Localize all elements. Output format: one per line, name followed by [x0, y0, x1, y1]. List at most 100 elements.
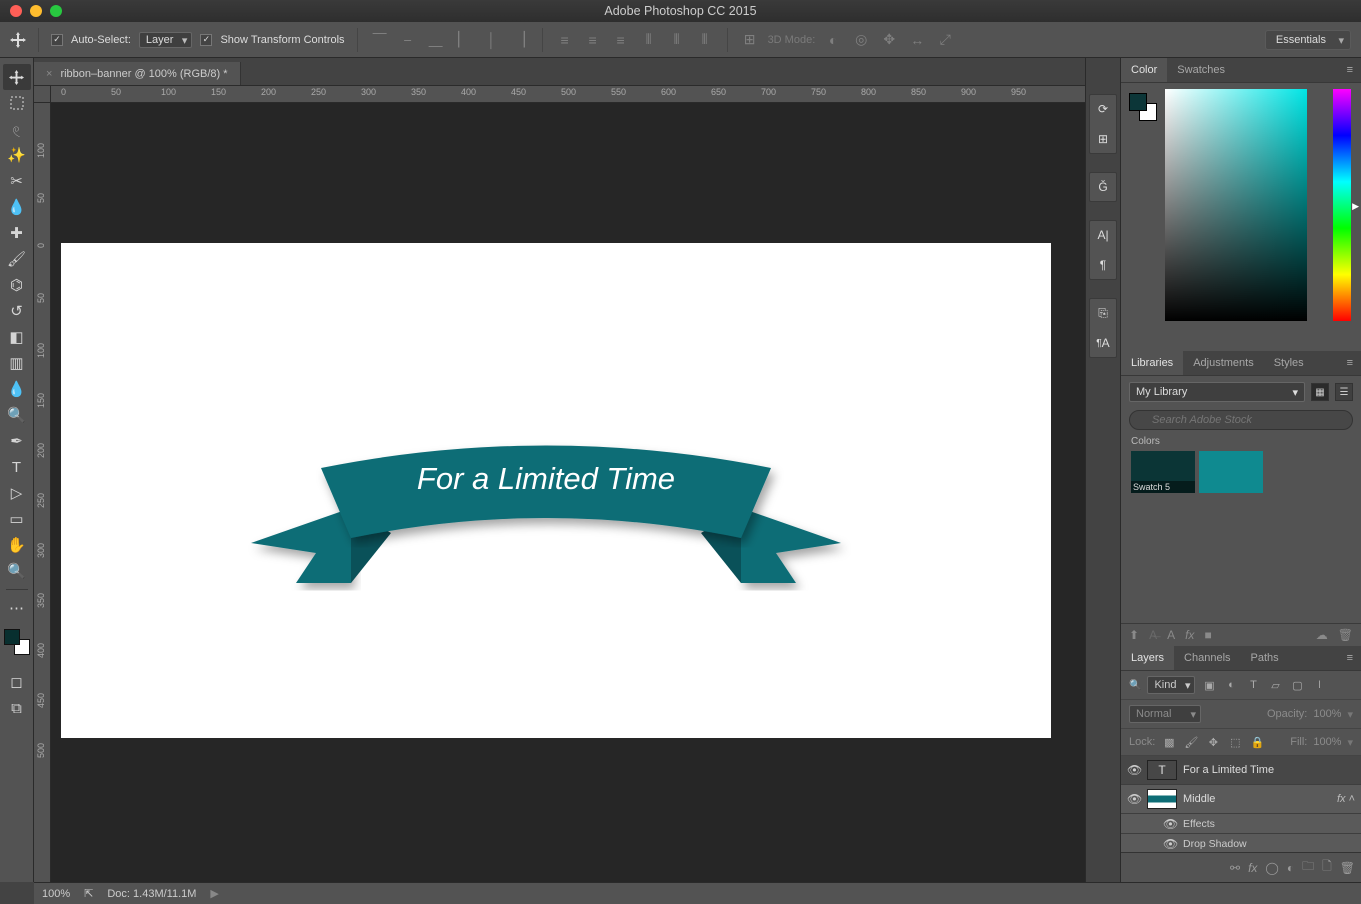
- grid-view-button[interactable]: ▦: [1311, 383, 1329, 401]
- layer-effect-row[interactable]: 👁Effects: [1121, 814, 1361, 834]
- eyedropper-tool[interactable]: 💧: [3, 194, 31, 220]
- tab-color[interactable]: Color: [1121, 58, 1167, 82]
- lock-position-icon[interactable]: ✥: [1205, 734, 1221, 750]
- tab-adjustments[interactable]: Adjustments: [1183, 351, 1264, 375]
- color-swatches[interactable]: [4, 629, 30, 655]
- align-vcenter-icon[interactable]: ⎯: [398, 30, 418, 50]
- visibility-toggle-icon[interactable]: 👁: [1163, 837, 1177, 851]
- rectangle-tool[interactable]: ▭: [3, 506, 31, 532]
- glyphs-panel-icon[interactable]: Ǧ: [1093, 177, 1113, 197]
- filter-shape-icon[interactable]: ▱: [1267, 677, 1283, 693]
- status-flyout-icon[interactable]: ▶: [210, 887, 218, 900]
- align-hcenter-icon[interactable]: │: [482, 30, 502, 50]
- layer-row[interactable]: 👁Middlefx ˄: [1121, 785, 1361, 814]
- lock-pixels-icon[interactable]: 🖌: [1183, 734, 1199, 750]
- screen-mode-toggle[interactable]: ⧉: [3, 695, 31, 721]
- align-bottom-icon[interactable]: ⎽: [426, 30, 446, 50]
- lock-artboard-icon[interactable]: ⬚: [1227, 734, 1243, 750]
- filter-pixel-icon[interactable]: ▣: [1201, 677, 1217, 693]
- library-sync-icon[interactable]: ☁: [1316, 628, 1328, 642]
- filter-type-icon[interactable]: T: [1245, 677, 1261, 693]
- tab-swatches[interactable]: Swatches: [1167, 58, 1235, 82]
- blur-tool[interactable]: 💧: [3, 376, 31, 402]
- distribute-vcenter-icon[interactable]: ≡: [583, 30, 603, 50]
- distribute-bottom-icon[interactable]: ≡: [611, 30, 631, 50]
- dodge-tool[interactable]: 🔍: [3, 402, 31, 428]
- opacity-value[interactable]: 100%: [1313, 708, 1341, 720]
- tab-layers[interactable]: Layers: [1121, 646, 1174, 670]
- add-char-style-icon[interactable]: A̶: [1149, 628, 1157, 642]
- canvas-stage[interactable]: For a Limited Time: [51, 103, 1085, 882]
- paragraph-panel-icon[interactable]: ¶: [1093, 255, 1113, 275]
- move-tool[interactable]: [3, 64, 31, 90]
- layer-thumbnail[interactable]: [1147, 789, 1177, 809]
- list-view-button[interactable]: ☰: [1335, 383, 1353, 401]
- lock-all-icon[interactable]: 🔒: [1249, 734, 1265, 750]
- type-tool[interactable]: T: [3, 454, 31, 480]
- doc-size-info[interactable]: Doc: 1.43M/11.1M: [107, 888, 196, 900]
- paragraph-styles-icon[interactable]: ¶A: [1093, 333, 1113, 353]
- layer-filter-kind[interactable]: Kind: [1147, 676, 1195, 694]
- visibility-toggle-icon[interactable]: 👁: [1127, 763, 1141, 777]
- library-swatch[interactable]: [1199, 451, 1263, 493]
- distribute-hcenter-icon[interactable]: ⦀: [667, 30, 687, 50]
- character-styles-icon[interactable]: ⎘: [1093, 303, 1113, 323]
- layer-group-icon[interactable]: 🗀: [1302, 857, 1314, 878]
- delete-layer-icon[interactable]: 🗑: [1340, 861, 1355, 875]
- clone-stamp-tool[interactable]: ⌬: [3, 272, 31, 298]
- tab-styles[interactable]: Styles: [1264, 351, 1314, 375]
- canvas[interactable]: For a Limited Time: [61, 243, 1051, 738]
- horizontal-ruler[interactable]: 0501001502002503003504004505005506006507…: [51, 86, 1085, 103]
- layer-thumbnail[interactable]: T: [1147, 760, 1177, 780]
- layer-name[interactable]: For a Limited Time: [1183, 764, 1274, 776]
- layer-mask-icon[interactable]: ◯: [1265, 861, 1278, 875]
- show-transform-checkbox[interactable]: ✓: [200, 34, 212, 46]
- filter-adjust-icon[interactable]: ◐: [1223, 677, 1239, 693]
- library-search-input[interactable]: [1129, 410, 1353, 430]
- gradient-tool[interactable]: ▥: [3, 350, 31, 376]
- fg-bg-swatch[interactable]: [1129, 93, 1157, 121]
- lasso-tool[interactable]: 𓏲: [3, 116, 31, 142]
- workspace-switcher[interactable]: Essentials: [1265, 30, 1351, 50]
- path-selection-tool[interactable]: ▷: [3, 480, 31, 506]
- edit-toolbar-button[interactable]: ⋯: [3, 595, 31, 621]
- library-dropdown[interactable]: My Library: [1129, 382, 1305, 402]
- auto-select-target-dropdown[interactable]: Layer: [139, 32, 193, 48]
- ruler-origin[interactable]: [34, 86, 51, 103]
- eraser-tool[interactable]: ◧: [3, 324, 31, 350]
- tab-channels[interactable]: Channels: [1174, 646, 1240, 670]
- distribute-top-icon[interactable]: ≡: [555, 30, 575, 50]
- layer-fx-indicator[interactable]: fx ˄: [1337, 793, 1355, 805]
- color-panel-menu-icon[interactable]: ≡: [1339, 60, 1361, 80]
- adjustment-layer-icon[interactable]: ◐: [1287, 861, 1294, 875]
- layers-panel-menu-icon[interactable]: ≡: [1339, 648, 1361, 668]
- tab-libraries[interactable]: Libraries: [1121, 351, 1183, 375]
- visibility-toggle-icon[interactable]: 👁: [1163, 817, 1177, 831]
- library-swatch[interactable]: Swatch 5: [1131, 451, 1195, 493]
- export-icon[interactable]: ⇱: [84, 887, 93, 900]
- add-graphic-icon[interactable]: ⬆: [1129, 628, 1139, 642]
- distribute-right-icon[interactable]: ⦀: [695, 30, 715, 50]
- libraries-panel-menu-icon[interactable]: ≡: [1339, 353, 1361, 373]
- library-delete-icon[interactable]: 🗑: [1338, 628, 1353, 642]
- align-left-icon[interactable]: ▏: [454, 30, 474, 50]
- visibility-toggle-icon[interactable]: 👁: [1127, 792, 1141, 806]
- hand-tool[interactable]: ✋: [3, 532, 31, 558]
- blend-mode-dropdown[interactable]: Normal: [1129, 705, 1201, 723]
- add-layer-style-icon[interactable]: fx: [1185, 628, 1194, 642]
- crop-tool[interactable]: ✂: [3, 168, 31, 194]
- link-layers-icon[interactable]: ⚯: [1230, 861, 1240, 875]
- new-layer-icon[interactable]: 🗋: [1322, 857, 1332, 878]
- history-brush-tool[interactable]: ↺: [3, 298, 31, 324]
- close-tab-icon[interactable]: ×: [46, 68, 52, 80]
- lock-transparency-icon[interactable]: ▩: [1161, 734, 1177, 750]
- zoom-level[interactable]: 100%: [42, 888, 70, 900]
- layer-fx-icon[interactable]: fx: [1248, 861, 1257, 875]
- color-field[interactable]: [1165, 89, 1307, 321]
- layer-effect-row[interactable]: 👁Drop Shadow: [1121, 834, 1361, 852]
- layer-row[interactable]: 👁 T For a Limited Time: [1121, 756, 1361, 785]
- marquee-tool[interactable]: [3, 90, 31, 116]
- add-text-style-icon[interactable]: A: [1167, 628, 1175, 642]
- vertical-ruler[interactable]: 05010015020025030035040045050050100: [34, 103, 51, 882]
- magic-wand-tool[interactable]: ✨: [3, 142, 31, 168]
